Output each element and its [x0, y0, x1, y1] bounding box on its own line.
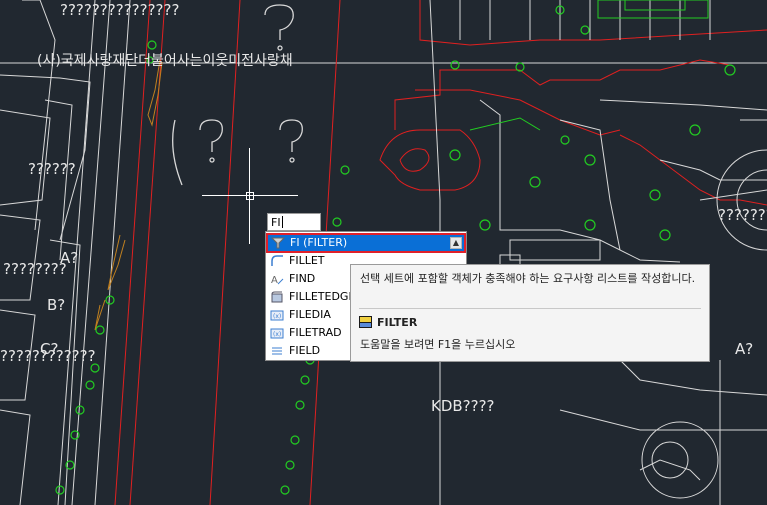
crosshair-pickbox	[246, 192, 254, 200]
tooltip-command: FILTER	[359, 315, 417, 331]
tooltip-divider	[359, 308, 701, 309]
autocomplete-item-label: FILLET	[289, 254, 325, 267]
autocomplete-item-filter[interactable]: FI (FILTER) ▲	[266, 233, 466, 253]
filetrad-icon: (x)	[270, 328, 284, 339]
drawing-label-left-q3: ????????????	[0, 347, 96, 365]
command-tooltip: 선택 세트에 포함할 객체가 충족해야 하는 요구사항 리스트를 작성합니다. …	[350, 264, 710, 362]
filter-command-icon	[359, 316, 372, 328]
drawing-label-right-a: A?	[735, 340, 754, 358]
filter-icon	[271, 237, 285, 249]
command-input-value: FI	[271, 216, 281, 229]
autocomplete-item-label: FIELD	[289, 344, 321, 357]
command-input[interactable]: FI	[267, 213, 321, 231]
autocomplete-item-label: FILLETEDGE	[289, 290, 356, 303]
drawing-label-org: (사)국제사랑재단더불어사는이웃미전사랑채	[37, 53, 293, 69]
text-cursor	[281, 216, 283, 228]
autocomplete-item-label: FILETRAD	[289, 326, 342, 339]
drawing-label-kdb: KDB????	[431, 397, 495, 415]
drawing-label-top: ???????????????	[60, 1, 180, 19]
drawing-label-left-q1: ??????	[28, 160, 76, 178]
drawing-label-left-b: B?	[47, 296, 66, 314]
filedia-icon: (x)	[270, 310, 284, 321]
scroll-up-button[interactable]: ▲	[450, 237, 462, 249]
autocomplete-item-label: FIND	[289, 272, 316, 285]
find-icon: A	[271, 275, 284, 285]
svg-text:(x): (x)	[273, 313, 281, 320]
tooltip-help-text: 도움말을 보려면 F1을 누르십시오	[360, 338, 516, 351]
tooltip-description: 선택 세트에 포함할 객체가 충족해야 하는 요구사항 리스트를 작성합니다.	[360, 272, 696, 285]
tooltip-command-name: FILTER	[377, 316, 418, 329]
drawing-label-right-q: ???????	[718, 206, 767, 224]
svg-text:(x): (x)	[273, 331, 281, 338]
field-icon	[272, 347, 282, 355]
svg-text:A: A	[271, 275, 278, 285]
autocomplete-item-label: FILEDIA	[289, 308, 331, 321]
drawing-label-left-q2: ????????	[3, 260, 67, 278]
fillet-icon	[271, 255, 283, 266]
autocomplete-item-label: FI (FILTER)	[290, 236, 348, 249]
filletedge-icon	[271, 291, 283, 303]
